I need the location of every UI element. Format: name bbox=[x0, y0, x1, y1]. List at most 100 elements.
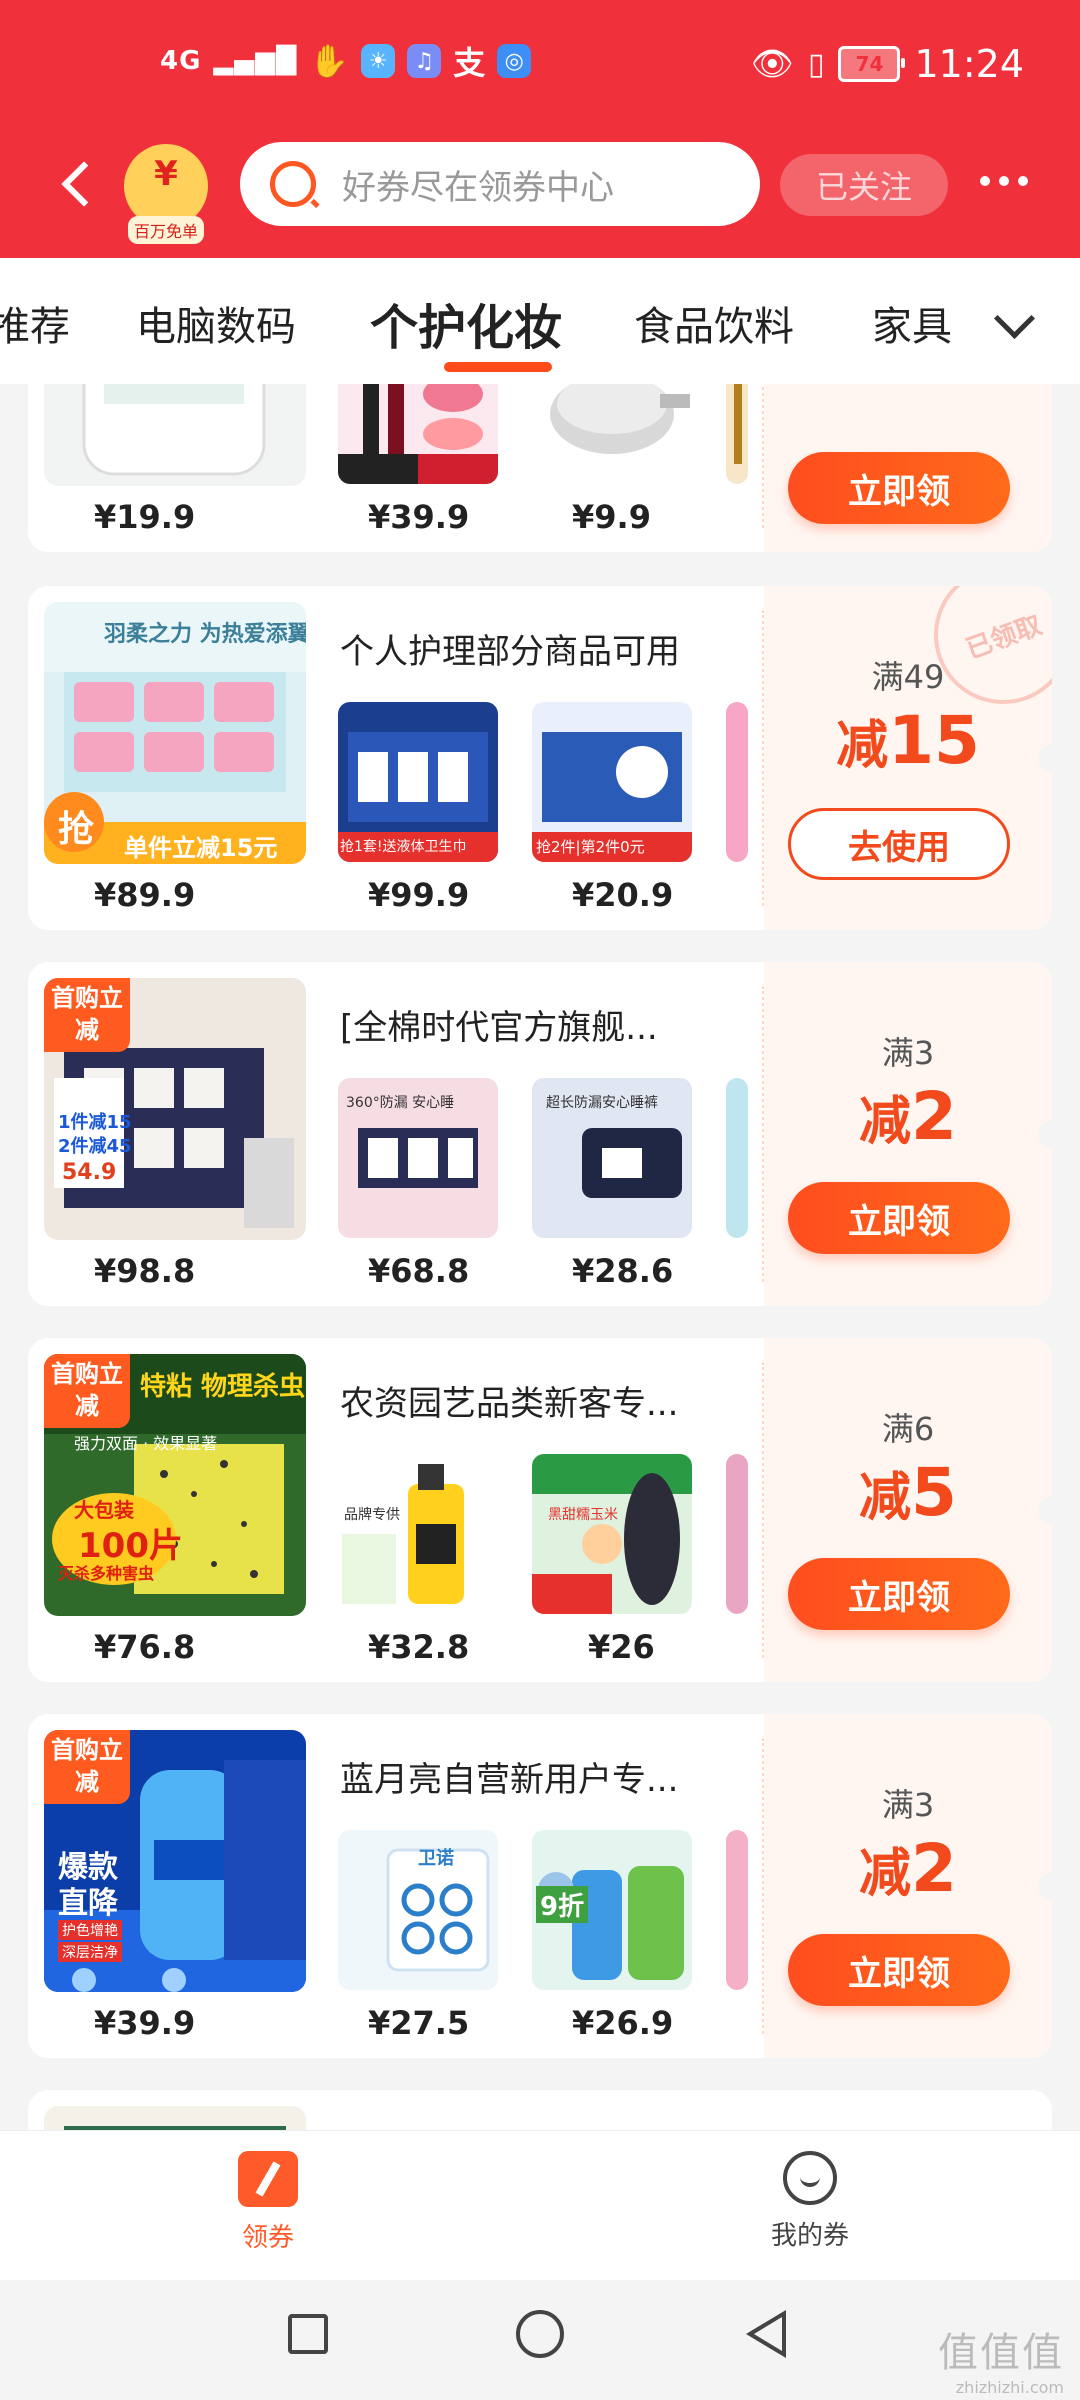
first-purchase-tag: 首购立减 bbox=[44, 1354, 130, 1428]
product-thumb[interactable]: 抢1套!送液体卫生巾 bbox=[338, 702, 498, 862]
product-thumb[interactable] bbox=[532, 384, 692, 484]
product-thumb[interactable]: 超长防漏安心睡裤 bbox=[532, 1078, 692, 1238]
tab-personal-care[interactable]: 个护化妆 bbox=[370, 288, 562, 358]
product-thumb[interactable]: 抢2件|第2件0元 bbox=[532, 702, 692, 862]
bottom-nav: 领券 我的券 bbox=[0, 2130, 1080, 2281]
coupon-card bbox=[28, 2090, 1052, 2130]
smile-icon bbox=[783, 2151, 837, 2205]
product-thumb[interactable] bbox=[338, 384, 498, 484]
watermark: 值值值 zhizhizhi.com bbox=[938, 2330, 1064, 2397]
product-price: ¥98.8 bbox=[94, 1252, 196, 1290]
product-price: ¥19.9 bbox=[94, 498, 196, 536]
coupon-card: ¥19.9 ¥39.9 ¥9.9 减3 立即领 bbox=[28, 384, 1052, 552]
product-thumb[interactable]: 9折 bbox=[532, 1830, 692, 1990]
claim-button[interactable]: 立即领 bbox=[788, 1558, 1010, 1630]
search-icon bbox=[270, 161, 316, 207]
claim-button[interactable]: 立即领 bbox=[788, 1934, 1010, 2006]
product-price: ¥26 bbox=[588, 1628, 655, 1666]
category-tabs: 推荐 电脑数码 个护化妆 食品饮料 家具 bbox=[0, 258, 1080, 384]
thumb-tag: 360°防漏 安心睡 bbox=[346, 1095, 455, 1111]
back-icon[interactable] bbox=[56, 160, 96, 210]
coupon-panel: 减3 立即领 bbox=[764, 384, 1052, 552]
coupon-list: ¥19.9 ¥39.9 ¥9.9 减3 立即领 羽柔之力 为热爱 bbox=[0, 384, 1080, 2130]
product-image[interactable] bbox=[44, 2106, 306, 2130]
product-image[interactable] bbox=[44, 384, 306, 486]
product-image[interactable]: 羽柔之力 为热爱添翼 抢 单件立减15元 bbox=[44, 602, 306, 864]
product-slogan: 羽柔之力 为热爱添翼 bbox=[104, 622, 306, 647]
coupon-title: 个人护理部分商品可用 bbox=[340, 632, 680, 672]
nav-label: 我的券 bbox=[770, 2221, 849, 2251]
coupon-icon bbox=[238, 2151, 298, 2207]
discount-amount: 减15 bbox=[836, 702, 980, 779]
product-price: ¥99.9 bbox=[368, 876, 470, 914]
thumb-tag: 抢2件|第2件0元 bbox=[536, 838, 645, 856]
thumb-tag: 品牌专供 bbox=[344, 1507, 400, 1523]
coupon-title: [全棉时代官方旗舰... bbox=[340, 1008, 658, 1048]
active-tab-indicator bbox=[444, 362, 552, 372]
product-price: ¥89.9 bbox=[94, 876, 196, 914]
tab-recommend[interactable]: 推荐 bbox=[0, 294, 70, 352]
nav-my-coupons[interactable]: 我的券 bbox=[710, 2151, 910, 2252]
tab-furniture[interactable]: 家具 bbox=[872, 294, 952, 352]
coupon-card: 羽柔之力 为热爱添翼 抢 单件立减15元 ¥89.9 个人护理部分商品可用 抢1… bbox=[28, 586, 1052, 930]
first-purchase-tag: 首购立减 bbox=[44, 978, 130, 1052]
follow-button[interactable]: 已关注 bbox=[780, 154, 948, 216]
money-bag-icon: ¥ bbox=[154, 154, 178, 194]
nav-get-coupons[interactable]: 领券 bbox=[168, 2151, 368, 2254]
coupon-panel: 满3 减2 立即领 bbox=[764, 1714, 1052, 2058]
thumb-tag: 抢1套!送液体卫生巾 bbox=[340, 839, 467, 855]
vibrate-icon: ▯ bbox=[807, 46, 825, 82]
claim-button[interactable]: 立即领 bbox=[788, 1182, 1010, 1254]
coupon-title: 蓝月亮自营新用户专... bbox=[340, 1760, 679, 1800]
product-price: ¥26.9 bbox=[572, 2004, 674, 2042]
signal-bars-icon: ▂▄▆█ bbox=[213, 46, 298, 76]
weather-icon: ☀ bbox=[361, 44, 396, 78]
eye-icon: 👁 bbox=[750, 44, 794, 84]
browser-icon: ◎ bbox=[497, 44, 532, 78]
product-price: ¥32.8 bbox=[368, 1628, 470, 1666]
use-button[interactable]: 去使用 bbox=[788, 808, 1010, 880]
product-thumb[interactable]: 黑甜糯玉米 bbox=[532, 1454, 692, 1614]
coupon-card: 首购立减 爆款 直降 护色增艳 深层洁净 ¥39.9 蓝月亮自营新用户专... … bbox=[28, 1714, 1052, 2058]
home-icon[interactable] bbox=[516, 2310, 564, 2358]
product-thumb[interactable]: 品牌专供 bbox=[338, 1454, 498, 1614]
coupon-panel: 满3 减2 立即领 bbox=[764, 962, 1052, 1306]
signal-icon: 4G bbox=[160, 46, 202, 76]
discount-amount: 减2 bbox=[859, 1830, 957, 1907]
tab-food-drink[interactable]: 食品饮料 bbox=[634, 294, 794, 352]
product-thumb[interactable]: 360°防漏 安心睡 bbox=[338, 1078, 498, 1238]
thumb-tag: 黑甜糯玉米 bbox=[548, 1507, 618, 1523]
product-image[interactable]: 首购立减 特粘 物理杀虫 强力双面 · 效果显著 大包装 100片 灭杀多种害虫 bbox=[44, 1354, 306, 1616]
product-price: ¥20.9 bbox=[572, 876, 674, 914]
free-order-badge[interactable]: ¥ 百万免单 bbox=[124, 144, 208, 244]
back-triangle-icon[interactable] bbox=[746, 2310, 786, 2358]
product-image[interactable]: 首购立减 爆款 直降 护色增艳 深层洁净 bbox=[44, 1730, 306, 1992]
product-price: ¥9.9 bbox=[572, 498, 651, 536]
product-price: ¥39.9 bbox=[368, 498, 470, 536]
badge-label: 百万免单 bbox=[127, 216, 204, 244]
coupon-card: 首购立减 特粘 物理杀虫 强力双面 · 效果显著 大包装 100片 灭杀多种害虫… bbox=[28, 1338, 1052, 1682]
coupon-panel: 满6 减5 立即领 bbox=[764, 1338, 1052, 1682]
thumb-tag: 9折 bbox=[536, 1886, 589, 1923]
clock: 11:24 bbox=[914, 42, 1024, 86]
search-input[interactable]: 好券尽在领券中心 bbox=[240, 142, 760, 226]
product-price: ¥76.8 bbox=[94, 1628, 196, 1666]
battery-icon: 74 bbox=[838, 46, 906, 82]
claim-button[interactable]: 立即领 bbox=[788, 452, 1010, 524]
recent-apps-icon[interactable] bbox=[288, 2314, 328, 2354]
status-bar: 4G ▂▄▆█ ✋ ☀ ♫ 支 ◎ 👁 ▯ 74 11:24 bbox=[0, 0, 1080, 130]
product-thumb[interactable]: 卫诺 bbox=[338, 1830, 498, 1990]
coupon-title: 农资园艺品类新客专... bbox=[340, 1384, 679, 1424]
music-icon: ♫ bbox=[407, 44, 442, 78]
more-icon[interactable] bbox=[980, 176, 1028, 186]
tab-computer-digital[interactable]: 电脑数码 bbox=[136, 294, 296, 352]
product-image[interactable]: 首购立减 1件减15 2件减45 54.9 bbox=[44, 978, 306, 1240]
discount-amount: 减2 bbox=[859, 1078, 957, 1155]
coupon-condition: 满6 bbox=[881, 1410, 935, 1448]
thumb-tag: 卫诺 bbox=[418, 1848, 454, 1869]
first-purchase-tag: 首购立减 bbox=[44, 1730, 130, 1804]
discount-amount: 减5 bbox=[859, 1454, 957, 1531]
nav-label: 领券 bbox=[241, 2223, 294, 2253]
coupon-card: 首购立减 1件减15 2件减45 54.9 ¥98.8 [全棉时代官方旗舰...… bbox=[28, 962, 1052, 1306]
hand-icon: ✋ bbox=[309, 42, 350, 80]
